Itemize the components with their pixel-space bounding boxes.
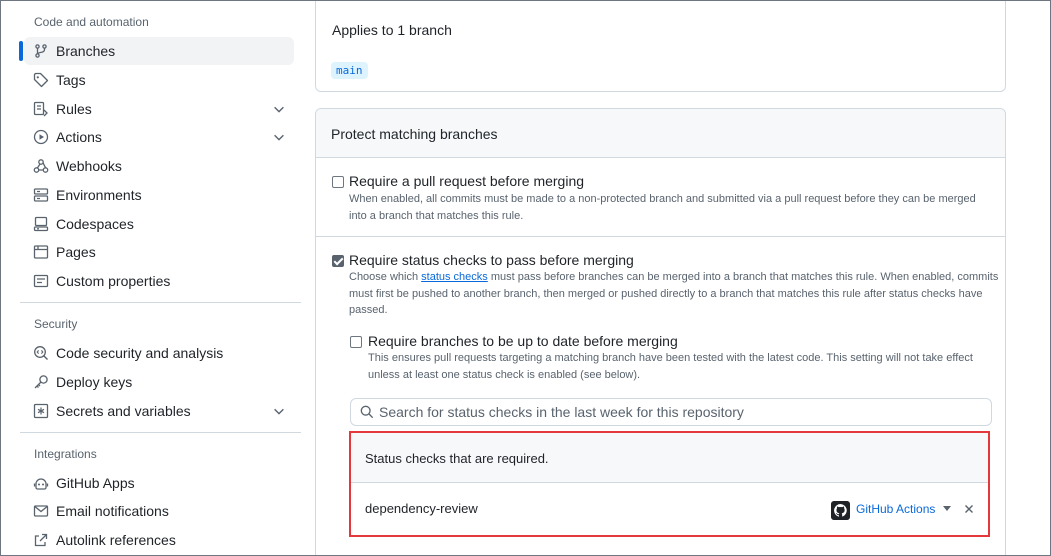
protect-header-title: Protect matching branches [331,126,498,142]
chevron-down-icon[interactable] [272,130,286,144]
sidebar-item-label: Actions [56,129,102,145]
option-separator [316,236,1005,237]
settings-sidebar: Code and automation Branches Tags Rules … [0,0,302,556]
sidebar-item-label: Codespaces [56,216,134,232]
sidebar-item-label: Code security and analysis [56,345,224,361]
sidebar-item-codespaces[interactable]: Codespaces [24,210,294,238]
applies-to-card: Applies to 1 branch main [315,0,1006,92]
check-source-link[interactable]: GitHub Actions [856,502,935,516]
require-up-to-date-description: This ensures pull requests targeting a m… [368,352,973,381]
key-icon [34,375,48,389]
section-title-integrations: Integrations [34,447,97,461]
server-icon [33,188,49,202]
webhook-icon [33,159,49,173]
require-up-to-date-label[interactable]: Require branches to be up to date before… [368,333,678,349]
status-checks-desc-prefix: Choose which [349,271,422,283]
github-icon [831,501,850,520]
sidebar-item-github-apps[interactable]: GitHub Apps [24,469,294,497]
sidebar-divider [20,432,301,433]
sidebar-item-label: Custom properties [56,273,171,289]
section-title-code-automation: Code and automation [34,15,149,29]
tag-icon [33,72,49,88]
sidebar-item-label: Secrets and variables [56,403,191,419]
source-dropdown-caret[interactable] [943,506,951,511]
sidebar-item-autolink-references[interactable]: Autolink references [24,526,294,554]
sidebar-item-label: Tags [56,72,86,88]
sidebar-item-label: Branches [56,43,116,59]
require-pr-description: When enabled, all commits must be made t… [349,193,976,222]
applies-title: Applies to 1 branch [332,22,452,38]
required-checks-header: Status checks that are required. [351,433,988,483]
close-icon[interactable] [962,502,976,516]
asterisk-box-icon [33,403,49,419]
sidebar-item-label: GitHub Apps [56,475,135,491]
sidebar-item-environments[interactable]: Environments [24,181,294,209]
sidebar-item-label: Environments [56,187,142,203]
sidebar-item-pages[interactable]: Pages [24,238,294,266]
require-up-to-date-checkbox[interactable] [350,336,362,348]
browser-icon [33,245,49,259]
codespaces-icon [33,216,49,232]
branch-pill: main [331,62,368,79]
chevron-down-icon[interactable] [272,404,286,418]
sidebar-item-label: Email notifications [56,503,169,519]
required-status-checks: Status checks that are required. depende… [349,431,990,537]
sidebar-item-label: Autolink references [56,532,176,548]
link-external-icon [34,533,48,547]
status-checks-link[interactable]: status checks [421,271,488,283]
sidebar-divider [20,302,301,303]
sidebar-item-secrets[interactable]: Secrets and variables [24,397,294,425]
search-input[interactable] [379,402,979,422]
sidebar-item-webhooks[interactable]: Webhooks [24,152,294,180]
apps-icon [33,478,49,490]
mail-icon [33,505,49,517]
section-title-security: Security [34,317,78,331]
status-check-search[interactable] [350,398,992,426]
require-pr-checkbox[interactable] [332,176,344,188]
rules-icon [33,101,48,117]
require-status-checks-checkbox[interactable] [332,255,344,267]
sidebar-item-tags[interactable]: Tags [24,66,294,94]
sidebar-item-rules[interactable]: Rules [24,95,294,123]
require-status-checks-description: Choose which status checks must pass bef… [349,269,999,319]
sidebar-item-actions[interactable]: Actions [24,123,294,151]
sidebar-item-label: Webhooks [56,158,122,174]
play-icon [33,129,49,145]
sidebar-item-label: Deploy keys [56,374,133,390]
sidebar-item-branches[interactable]: Branches [19,37,294,65]
branch-icon [35,44,47,58]
require-pr-label[interactable]: Require a pull request before merging [349,173,584,189]
protect-header: Protect matching branches [316,109,1005,158]
chevron-down-icon[interactable] [272,102,286,116]
sidebar-item-deploy-keys[interactable]: Deploy keys [24,368,294,396]
note-icon [33,274,49,288]
require-status-checks-label[interactable]: Require status checks to pass before mer… [349,252,634,268]
required-checks-title: Status checks that are required. [365,451,549,466]
codescan-icon [34,346,48,360]
sidebar-item-code-security[interactable]: Code security and analysis [24,339,294,367]
sidebar-item-label: Rules [56,101,92,117]
protect-branches-card: Protect matching branches Require a pull… [315,108,1006,556]
sidebar-item-label: Pages [56,244,96,260]
search-icon [360,405,374,419]
sidebar-item-email-notifications[interactable]: Email notifications [24,497,294,525]
required-check-name: dependency-review [365,501,478,516]
active-indicator [19,41,23,61]
sidebar-item-custom-properties[interactable]: Custom properties [24,267,294,295]
